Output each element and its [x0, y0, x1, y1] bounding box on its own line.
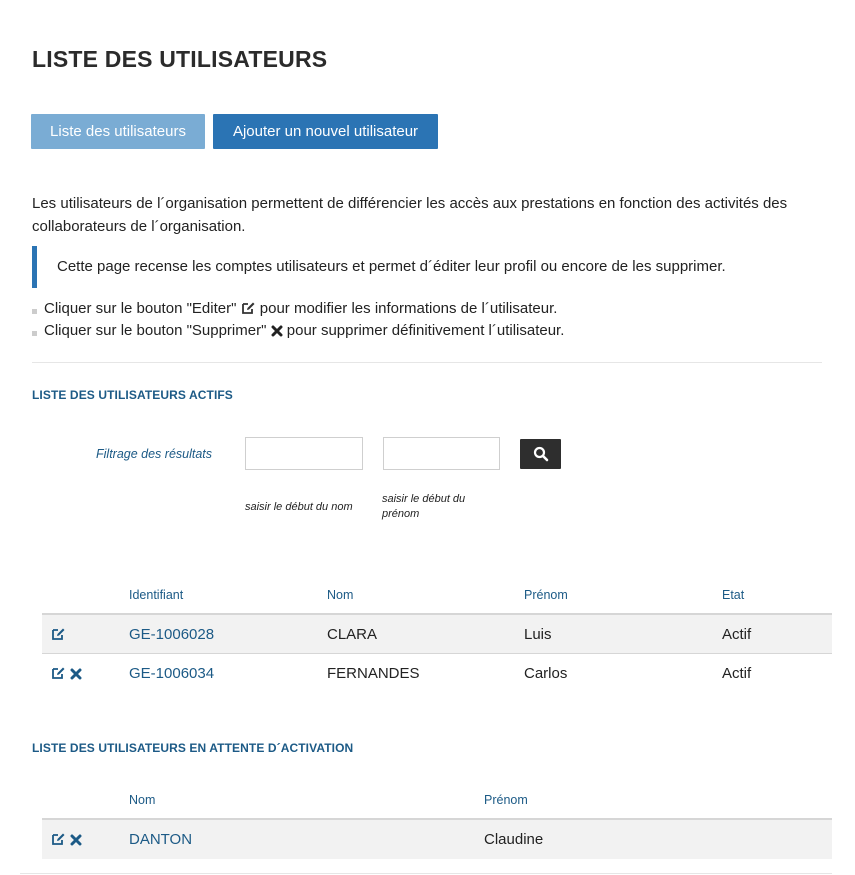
- add-user-button[interactable]: Ajouter un nouvel utilisateur: [213, 114, 438, 149]
- active-users-title: LISTE DES UTILISATEURS ACTIFS: [32, 388, 233, 402]
- instruction-edit: Cliquer sur le bouton "Editer" pour modi…: [32, 300, 557, 317]
- column-header-etat: Etat: [722, 588, 745, 602]
- search-icon: [533, 446, 548, 462]
- edit-button[interactable]: [50, 627, 67, 646]
- filter-label: Filtrage des résultats: [96, 447, 213, 461]
- table-row: GE-1006034 FERNANDES Carlos Actif: [42, 654, 832, 693]
- instruction-delete-before: Cliquer sur le bouton "Supprimer": [44, 322, 267, 339]
- user-id-link[interactable]: GE-1006028: [129, 626, 214, 643]
- bullet: [32, 330, 37, 336]
- edit-icon: [52, 628, 65, 640]
- delete-button[interactable]: [70, 667, 82, 685]
- pending-users-title: LISTE DES UTILISATEURS EN ATTENTE D´ACTI…: [32, 741, 354, 755]
- edit-icon: [52, 667, 65, 679]
- user-prenom: Carlos: [524, 665, 568, 682]
- instruction-edit-after: pour modifier les informations de l´util…: [259, 300, 558, 317]
- table-row: GE-1006028 CLARA Luis Actif: [42, 615, 832, 654]
- user-id-link[interactable]: GE-1006034: [129, 665, 214, 682]
- name-hint: saisir le début du nom: [245, 501, 353, 513]
- user-prenom: Luis: [524, 626, 552, 643]
- info-callout: Cette page recense les comptes utilisate…: [32, 246, 822, 288]
- list-users-button[interactable]: Liste des utilisateurs: [31, 114, 205, 149]
- column-header-nom: Nom: [129, 793, 156, 807]
- user-nom: FERNANDES: [327, 665, 420, 682]
- user-nom: CLARA: [327, 626, 378, 643]
- edit-button[interactable]: [50, 832, 67, 851]
- divider: [32, 362, 822, 363]
- edit-icon: [52, 833, 65, 845]
- user-etat: Actif: [722, 665, 752, 682]
- column-header-prenom: Prénom: [484, 793, 528, 807]
- table-row: DANTON Claudine: [42, 820, 832, 859]
- column-header-prenom: Prénom: [524, 588, 568, 602]
- instruction-delete: Cliquer sur le bouton "Supprimer" pour s…: [32, 322, 564, 339]
- delete-button[interactable]: [70, 833, 82, 851]
- user-etat: Actif: [722, 626, 752, 643]
- delete-icon: [70, 834, 82, 846]
- edit-icon: [241, 300, 256, 317]
- search-button[interactable]: [520, 439, 561, 469]
- divider: [20, 873, 832, 874]
- column-header-nom: Nom: [327, 588, 354, 602]
- callout-text: Cette page recense les comptes utilisate…: [57, 258, 726, 275]
- delete-icon: [70, 668, 82, 680]
- pending-user-prenom: Claudine: [484, 831, 544, 848]
- delete-icon: [271, 322, 283, 339]
- bullet: [32, 308, 37, 314]
- firstname-filter-input[interactable]: [383, 437, 500, 470]
- page-title: LISTE DES UTILISATEURS: [32, 46, 328, 72]
- edit-button[interactable]: [50, 666, 67, 685]
- intro-text: Les utilisateurs de l´organisation perme…: [32, 195, 788, 235]
- name-filter-input[interactable]: [245, 437, 363, 470]
- instruction-delete-after: pour supprimer définitivement l´utilisat…: [286, 322, 565, 339]
- firstname-hint: saisir le début du prénom: [382, 493, 466, 520]
- pending-user-link[interactable]: DANTON: [129, 831, 192, 848]
- instruction-edit-before: Cliquer sur le bouton "Editer": [44, 300, 237, 317]
- column-header-identifiant: Identifiant: [129, 588, 184, 602]
